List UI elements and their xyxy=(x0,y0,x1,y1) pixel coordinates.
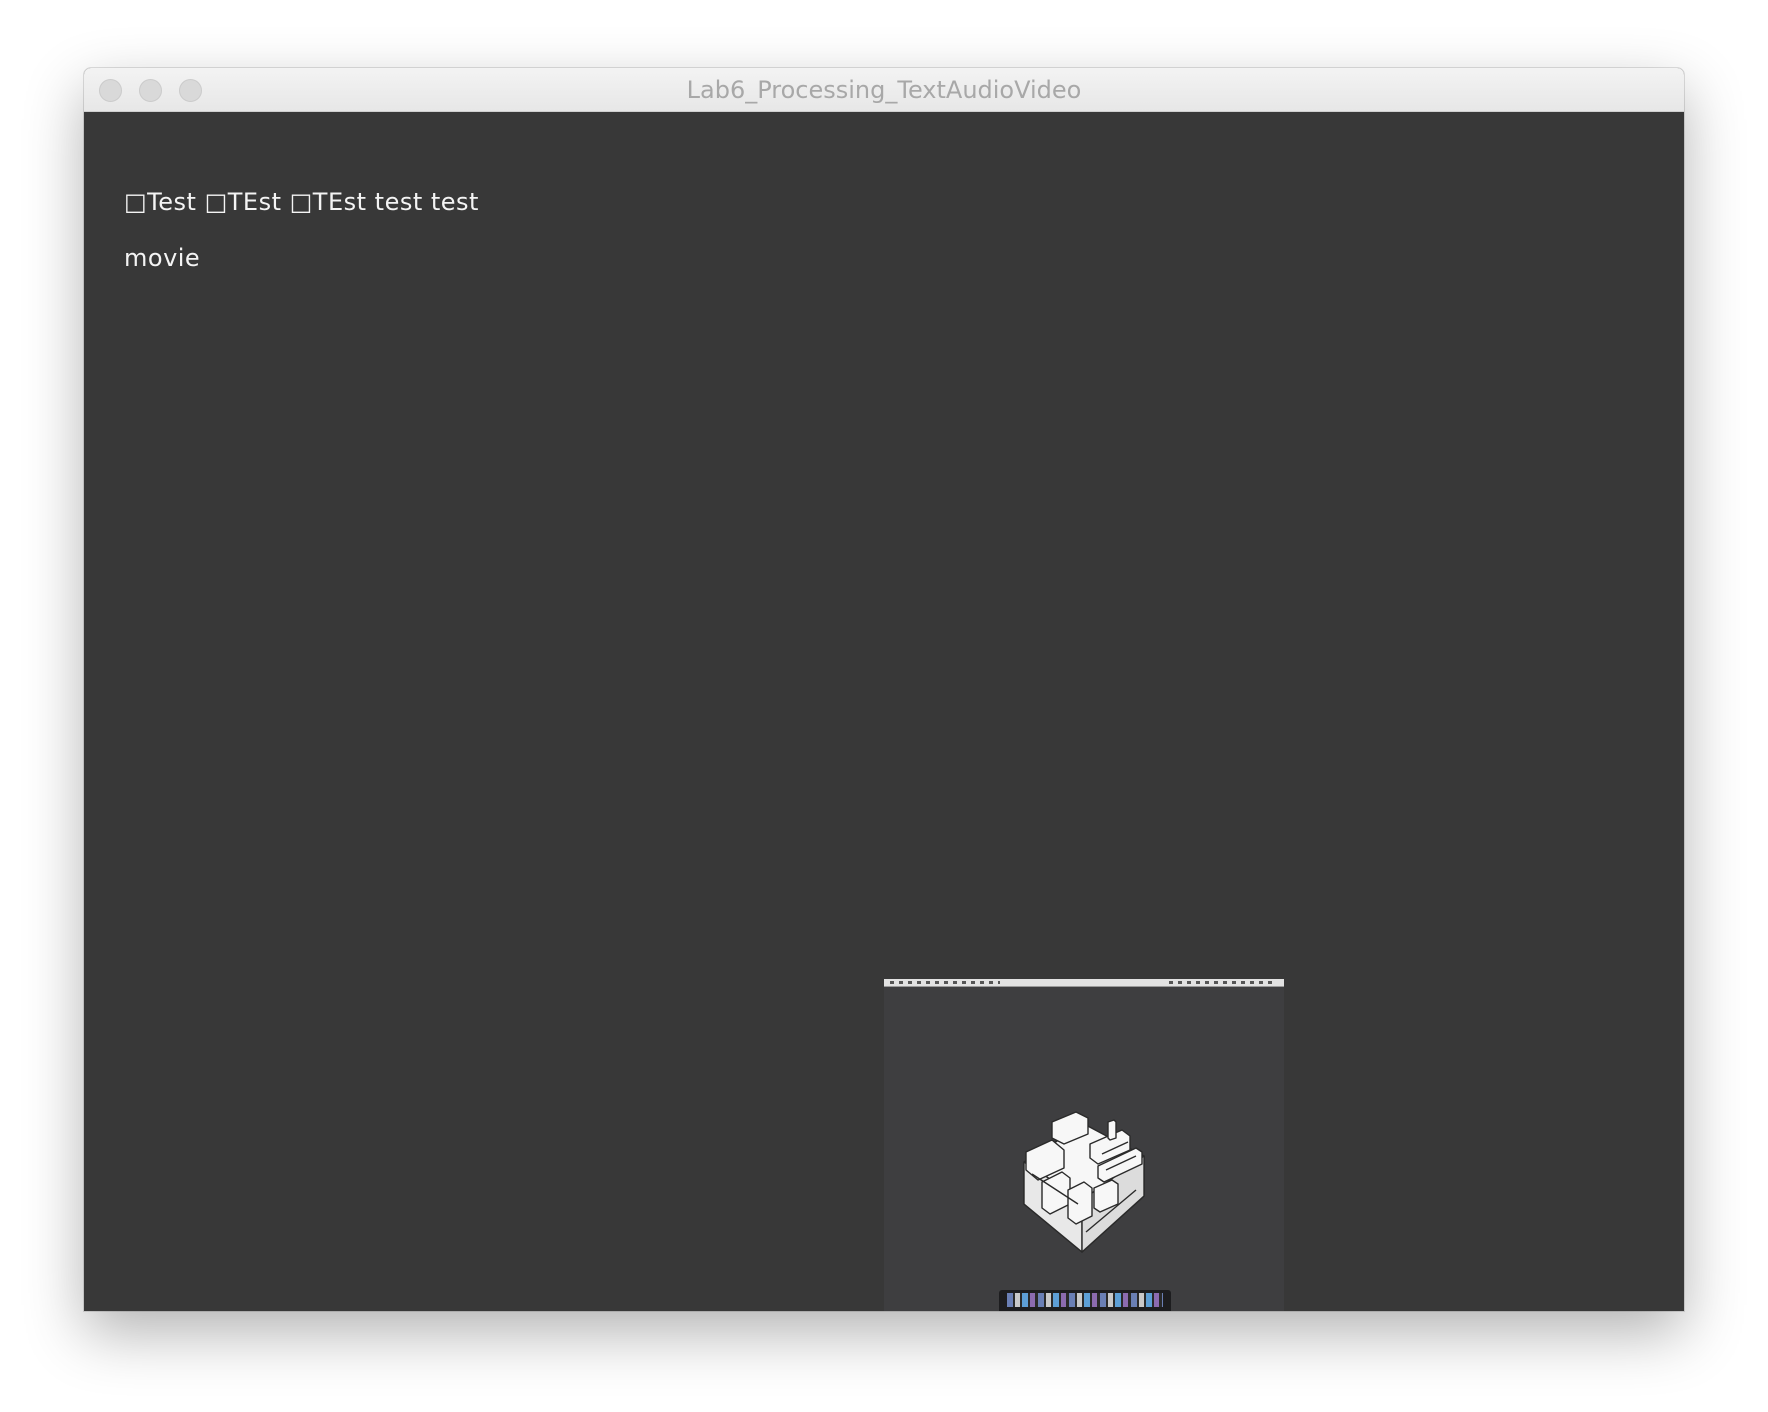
movie-label: movie xyxy=(124,244,201,272)
title-bar[interactable]: Lab6_Processing_TextAudioVideo xyxy=(84,68,1684,112)
movie-frame xyxy=(884,979,1284,1311)
app-window: Lab6_Processing_TextAudioVideo □Test □TE… xyxy=(84,68,1684,1311)
sketch-canvas[interactable]: □Test □TEst □TEst test test movie xyxy=(84,112,1684,1311)
window-title: Lab6_Processing_TextAudioVideo xyxy=(686,76,1082,104)
video-menubar xyxy=(884,979,1284,987)
video-dock xyxy=(999,1290,1171,1311)
arduino-board-icon xyxy=(1023,1111,1145,1253)
text-line: □Test □TEst □TEst test test xyxy=(124,188,479,216)
